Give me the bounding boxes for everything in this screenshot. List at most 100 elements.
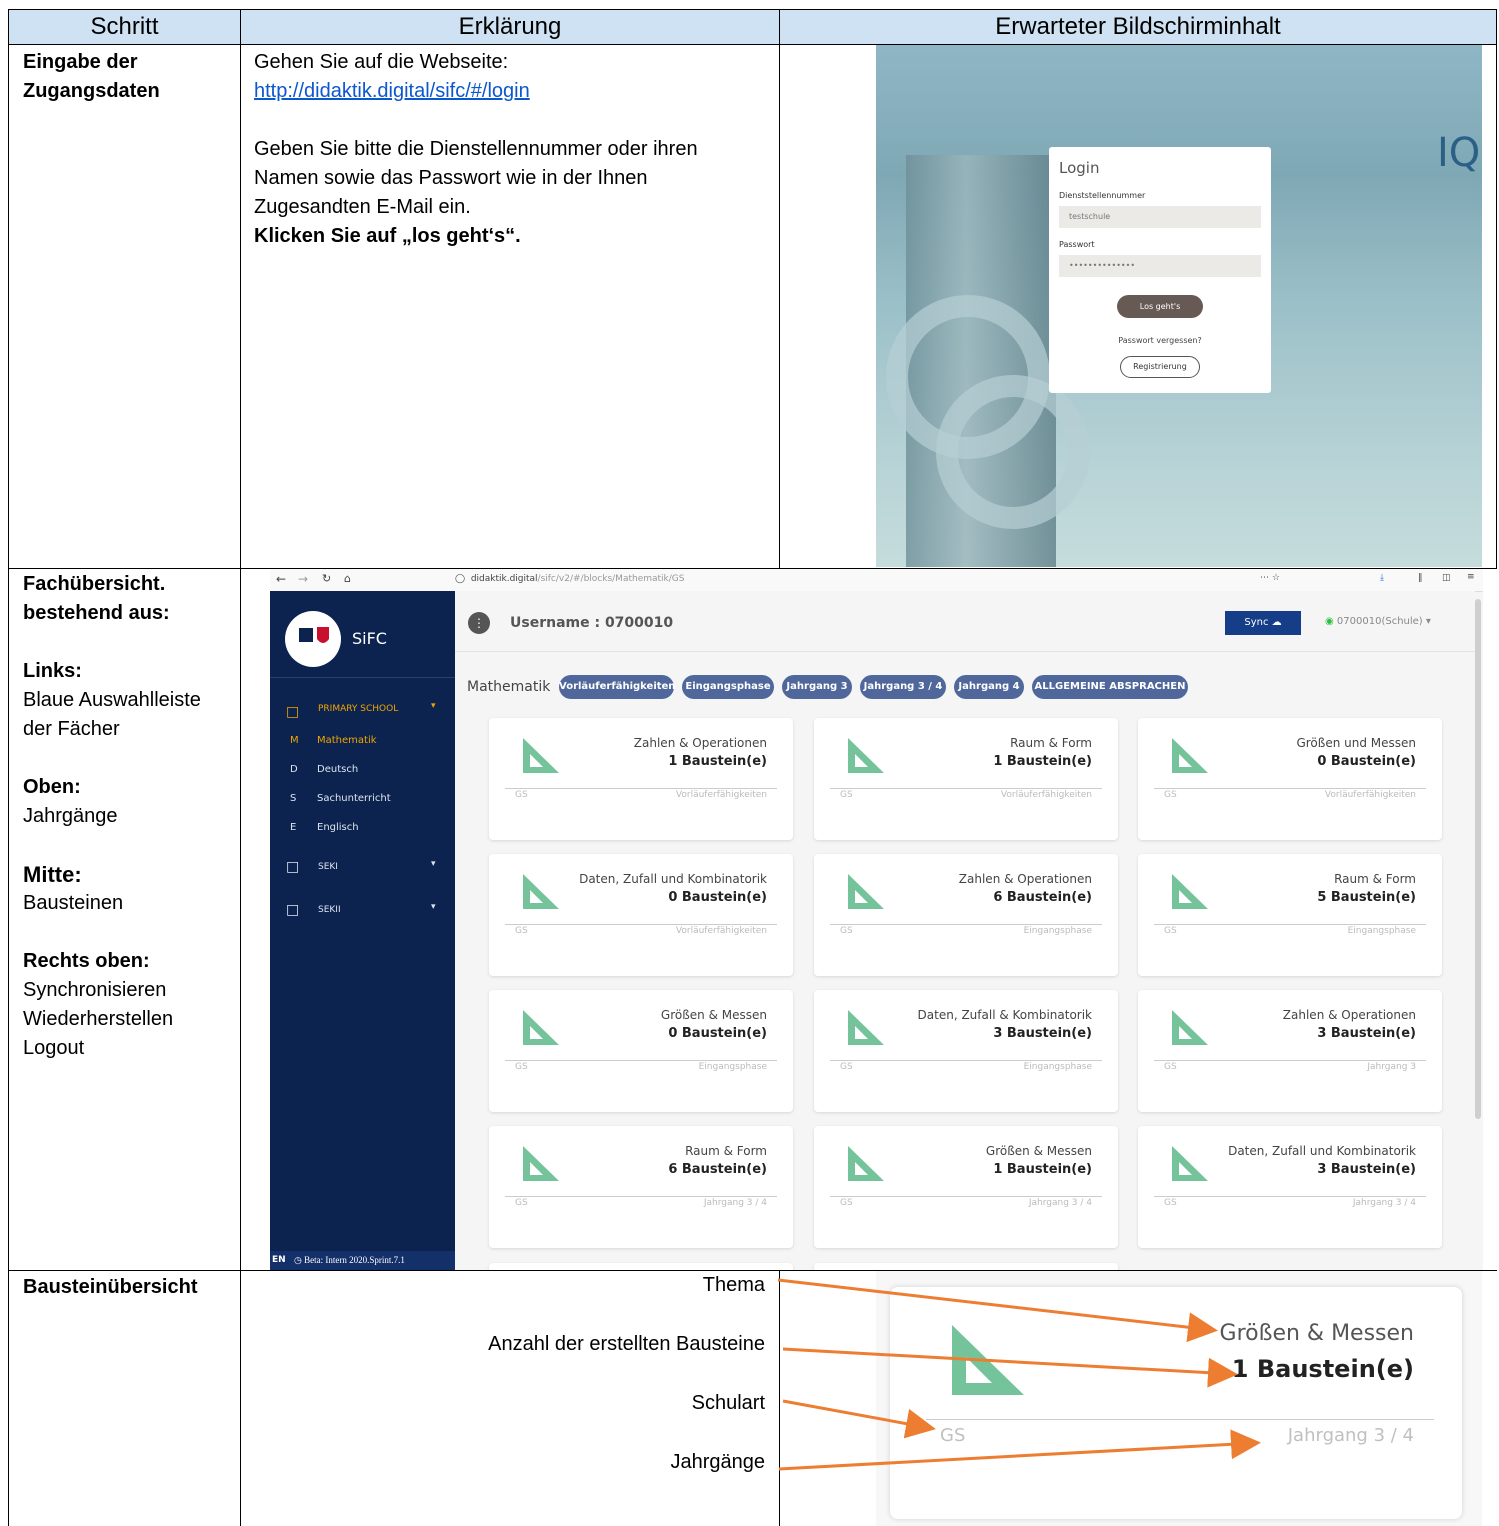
card-divider: [830, 924, 1102, 925]
id-field[interactable]: testschule: [1059, 206, 1261, 228]
scrollbar[interactable]: [1475, 599, 1481, 1119]
card-school: GS: [515, 1062, 528, 1072]
card-count: 6 Baustein(e): [993, 890, 1092, 905]
card-grade: Vorläuferfähigkeiten: [675, 926, 767, 936]
card-divider: [830, 788, 1102, 789]
table-border-right: [1496, 9, 1497, 569]
login-card: Login Dienststellennummer testschule Pas…: [1049, 147, 1271, 393]
tab-allgemeine-absprachen[interactable]: ALLGEMEINE ABSPRACHEN: [1032, 675, 1188, 699]
set-square-icon: [523, 1010, 559, 1045]
id-label: Dienststellennummer: [1059, 191, 1146, 200]
card-grade: Eingangsphase: [1023, 926, 1092, 936]
chevron-down-icon: ▾: [431, 701, 436, 711]
card-school: GS: [1164, 790, 1177, 800]
card-topic: Zahlen & Operationen: [633, 736, 767, 750]
baustein-card[interactable]: Größen & Messen 1 Baustein(e) GS Jahrgang 3…: [814, 1126, 1118, 1248]
tab-eingangsphase[interactable]: Eingangsphase: [682, 675, 774, 699]
card-topic: Raum & Form: [1010, 736, 1092, 750]
brand-fragment: IQ: [1437, 130, 1481, 176]
login-title: Login: [1059, 159, 1100, 177]
sidebar-item-englisch[interactable]: E Englisch: [290, 822, 359, 833]
card-school: GS: [515, 1198, 528, 1208]
sync-button[interactable]: Sync ☁: [1225, 611, 1301, 635]
app-topbar: ⋮ Username : 0700010 Sync ☁ ◉ 0700010(Sc…: [455, 591, 1475, 652]
tab-vorlaeuferfaehigkeiten[interactable]: Vorläuferfähigkeiten: [559, 675, 675, 699]
table-border-col2-row3: [779, 1271, 780, 1526]
login-url-link[interactable]: http://didaktik.digital/sifc/#/login: [254, 80, 530, 102]
baustein-card[interactable]: Größen & Messen 0 Baustein(e) GS Eingangsph…: [489, 990, 793, 1112]
baustein-card[interactable]: Raum & Form 5 Baustein(e) GS Eingangsphase: [1138, 854, 1442, 976]
sidebar-group-primary[interactable]: □ PRIMARY SCHOOL ▾: [286, 701, 436, 720]
card-school: GS: [840, 1198, 853, 1208]
more-vert-icon[interactable]: ⋮: [468, 612, 490, 634]
sidebar-item-mathematik[interactable]: M Mathematik: [290, 735, 377, 746]
card-school: GS: [515, 790, 528, 800]
card-topic: Größen & Messen: [660, 1008, 767, 1022]
app-screenshot: ← → ↻ ⌂ ◯ didaktik.digital/sifc/v2/#/blo…: [270, 569, 1483, 1270]
username-label: Username : 0700010: [510, 615, 674, 631]
baustein-card[interactable]: Daten, Zufall und Kombinatorik 3 Baustein…: [1138, 1126, 1442, 1248]
baustein-card[interactable]: Zahlen & Operationen 6 Baustein(e) GS Einga…: [814, 854, 1118, 976]
baustein-card-partial[interactable]: [814, 1263, 1118, 1270]
baustein-card-partial[interactable]: [489, 1263, 793, 1270]
card-divider: [505, 1060, 777, 1061]
menu-icon[interactable]: ≡: [1467, 572, 1475, 582]
card-grade: Vorläuferfähigkeiten: [1324, 790, 1416, 800]
baustein-card[interactable]: Zahlen & Operationen 3 Baustein(e) GS Jahrg…: [1138, 990, 1442, 1112]
set-square-icon: [1172, 1010, 1208, 1045]
expl-line2: Geben Sie bitte die Dienstellennummer od…: [254, 138, 698, 160]
baustein-card[interactable]: Zahlen & Operationen 1 Baustein(e) GS Vorlä…: [489, 718, 793, 840]
header-explanation: Erklärung: [241, 10, 779, 44]
set-square-icon: [848, 738, 884, 773]
card-count: 3 Baustein(e): [993, 1026, 1092, 1041]
links-heading: Links:: [23, 660, 82, 682]
language-toggle[interactable]: EN: [272, 1255, 286, 1265]
download-icon[interactable]: ⤓: [1380, 573, 1384, 583]
annotation-thema: Thema: [702, 1274, 765, 1296]
set-square-icon: [1172, 1146, 1208, 1181]
set-square-icon: [952, 1325, 1024, 1395]
tab-jahrgang-3[interactable]: Jahrgang 3: [782, 675, 852, 699]
sidebar-item-deutsch[interactable]: D Deutsch: [290, 764, 358, 775]
forgot-password-link[interactable]: Passwort vergessen?: [1049, 336, 1271, 345]
sidebar-group-sekii[interactable]: □ SEKII ▾: [286, 902, 436, 918]
rechts-line3: Logout: [23, 1037, 85, 1059]
card-topic: Raum & Form: [685, 1144, 767, 1158]
reload-icon[interactable]: ↻: [322, 572, 331, 585]
sidebar-toggle-icon[interactable]: ◫: [1442, 573, 1451, 583]
app-logo: [285, 611, 341, 667]
sidebar-group-seki[interactable]: □ SEKI ▾: [286, 859, 436, 875]
tab-jahrgang-4[interactable]: Jahrgang 4: [954, 675, 1024, 699]
back-icon[interactable]: ←: [276, 572, 286, 586]
card-divider: [1154, 1196, 1426, 1197]
sidebar-item-sachunterricht[interactable]: S Sachunterricht: [290, 793, 391, 804]
card-topic: Zahlen & Operationen: [958, 872, 1092, 886]
baustein-card[interactable]: Daten, Zufall und Kombinatorik 0 Baustein…: [489, 854, 793, 976]
card-count: 3 Baustein(e): [1317, 1026, 1416, 1041]
set-square-icon: [523, 874, 559, 909]
submit-button[interactable]: Los geht's: [1117, 295, 1203, 318]
set-square-icon: [848, 874, 884, 909]
card-divider: [1154, 924, 1426, 925]
baustein-card[interactable]: Raum & Form 1 Baustein(e) GS Vorläuferfähig…: [814, 718, 1118, 840]
set-square-icon: [1172, 738, 1208, 773]
baustein-card[interactable]: Größen und Messen 0 Baustein(e) GS Vorläufe…: [1138, 718, 1442, 840]
sidebar-divider: [270, 677, 455, 678]
baustein-card-zoomed[interactable]: Größen & Messen 1 Baustein(e) GS Jahrgan…: [890, 1287, 1462, 1519]
more-icon[interactable]: ⋯ ☆: [1260, 573, 1280, 583]
forward-icon[interactable]: →: [298, 572, 308, 586]
card-school: GS: [1164, 926, 1177, 936]
password-field[interactable]: ••••••••••••••: [1059, 255, 1261, 277]
register-button[interactable]: Registrierung: [1120, 356, 1200, 378]
card-topic: Daten, Zufall & Kombinatorik: [917, 1008, 1092, 1022]
baustein-card[interactable]: Daten, Zufall & Kombinatorik 3 Baustein(e…: [814, 990, 1118, 1112]
card-school: GS: [515, 926, 528, 936]
card-count: 0 Baustein(e): [668, 1026, 767, 1041]
baustein-card[interactable]: Raum & Form 6 Baustein(e) GS Jahrgang 3 / 4: [489, 1126, 793, 1248]
account-menu[interactable]: ◉ 0700010(Schule) ▾: [1325, 616, 1431, 627]
url-bar[interactable]: ◯ didaktik.digital/sifc/v2/#/blocks/Math…: [455, 574, 684, 584]
home-icon[interactable]: ⌂: [344, 572, 351, 585]
header-step: Schritt: [9, 10, 240, 44]
library-icon[interactable]: ‖: [1418, 573, 1423, 583]
tab-jahrgang-3-4[interactable]: Jahrgang 3 / 4: [860, 675, 946, 699]
